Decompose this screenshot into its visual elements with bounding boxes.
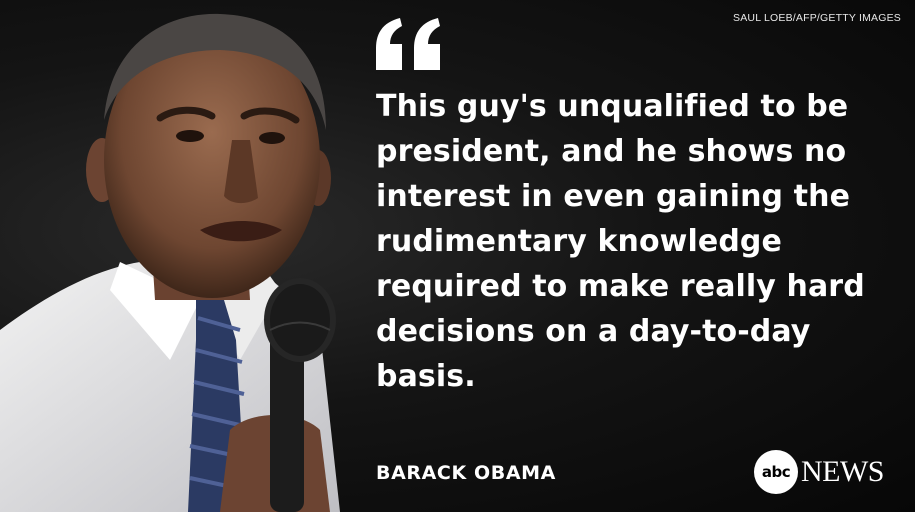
- quote-line: interest in even gaining the: [376, 179, 851, 214]
- abc-logo-circle: abc: [754, 450, 798, 494]
- quote-line: president, and he shows no: [376, 134, 847, 169]
- news-wordmark: NEWS: [801, 455, 885, 488]
- quote-text: This guy's unqualified to be president, …: [376, 84, 896, 399]
- abc-news-logo: abc NEWS: [754, 450, 885, 494]
- quote-line: rudimentary knowledge: [376, 224, 782, 259]
- quote-card: SAUL LOEB/AFP/GETTY IMAGES This guy's un…: [0, 0, 915, 512]
- speaker-name: BARACK OBAMA: [376, 462, 556, 484]
- quote-line: decisions on a day-to-day: [376, 314, 811, 349]
- photo-credit: SAUL LOEB/AFP/GETTY IMAGES: [733, 12, 901, 24]
- quotation-mark-icon: [376, 18, 440, 70]
- quote-line: basis.: [376, 359, 476, 394]
- quote-line: This guy's unqualified to be: [376, 89, 849, 124]
- quote-line: required to make really hard: [376, 269, 865, 304]
- speaker-photo: [0, 13, 340, 512]
